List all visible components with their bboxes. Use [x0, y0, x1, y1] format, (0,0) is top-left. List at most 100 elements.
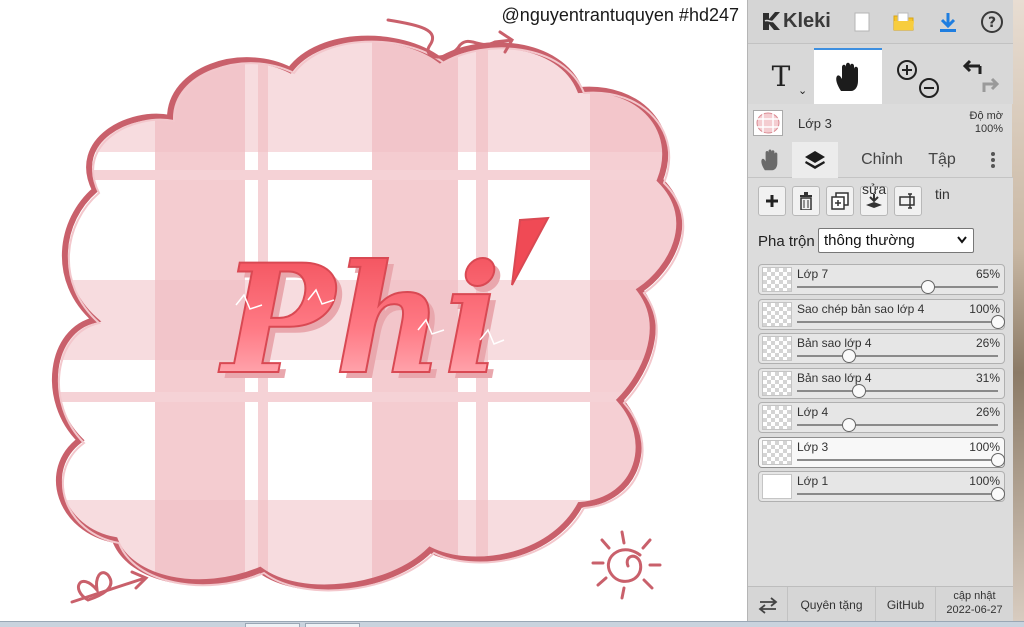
slider-knob[interactable]	[991, 487, 1005, 501]
svg-text:Phi: Phi	[218, 232, 501, 408]
bottom-bar: Quyên tặng GitHub cập nhật 2022-06-27	[748, 586, 1013, 622]
zoom-in-out-icon	[897, 60, 939, 98]
new-file-icon	[854, 12, 870, 32]
layer-opacity: 26%	[975, 336, 1000, 350]
layer-item[interactable]: Lớp 3 100%	[758, 436, 1005, 468]
layer-opacity: 26%	[975, 405, 1000, 419]
kleki-logo-icon	[763, 12, 780, 30]
layer-opacity-slider[interactable]	[797, 452, 1005, 467]
current-layer-preview: Lớp 3 Độ mờ 100%	[748, 104, 1013, 142]
slider-knob[interactable]	[991, 452, 1005, 467]
opacity-value: 100%	[974, 123, 1003, 135]
layer-opacity-slider[interactable]	[797, 487, 1005, 501]
hand-icon	[836, 62, 858, 91]
blend-label: Pha trộn	[758, 233, 815, 250]
panel-tabs: Chỉnh Tập	[748, 142, 1013, 178]
plus-icon	[766, 195, 778, 207]
blend-mode-select[interactable]: thông thường	[818, 228, 974, 253]
layer-item[interactable]: Lớp 4 26%	[758, 402, 1005, 433]
rename-icon	[899, 193, 915, 209]
layer-item[interactable]: Bản sao lớp 4 26%	[758, 333, 1005, 364]
slider-knob[interactable]	[852, 383, 867, 398]
add-layer-button[interactable]	[758, 186, 786, 216]
layer-thumbnail	[762, 336, 792, 361]
layer-opacity-slider[interactable]	[797, 314, 1005, 329]
chevron-down-icon	[957, 236, 967, 244]
layer-name: Lớp 3	[797, 439, 829, 454]
layers-icon	[805, 151, 825, 169]
changelog-link[interactable]: cập nhật 2022-06-27	[936, 589, 1013, 622]
donate-link[interactable]: Quyên tặng	[788, 587, 876, 622]
slider-knob[interactable]	[991, 314, 1005, 329]
layer-name: Lớp 4	[797, 405, 829, 419]
layer-name: Lớp 1	[797, 474, 829, 488]
watermark-text: @nguyentrantuquyen #hd247	[501, 5, 739, 25]
tab-adjust[interactable]: Chỉnh	[844, 142, 920, 178]
chevron-down-icon[interactable]: ⌄	[798, 84, 807, 97]
open-file-button[interactable]	[890, 8, 918, 36]
taskbar-button[interactable]	[245, 623, 300, 627]
delete-layer-button[interactable]	[792, 186, 820, 216]
trash-icon	[800, 192, 812, 210]
opacity-label: Độ mờ	[969, 110, 1004, 122]
layer-thumbnail	[762, 267, 792, 292]
download-icon	[940, 13, 956, 32]
hand-tool[interactable]	[814, 48, 882, 104]
slider-knob[interactable]	[842, 349, 857, 363]
tab-file[interactable]: Tập	[920, 142, 964, 178]
layer-name: Bản sao lớp 4	[797, 370, 872, 385]
rename-layer-button[interactable]	[894, 186, 922, 216]
taskbar-button[interactable]	[305, 623, 360, 627]
help-button[interactable]: ?	[978, 8, 1006, 36]
background-window-edge	[1012, 0, 1024, 621]
layer-opacity-slider[interactable]	[797, 383, 998, 398]
tool-row: T ⌄	[748, 44, 1013, 104]
duplicate-layer-button[interactable]	[826, 186, 854, 216]
hand-icon	[761, 149, 778, 171]
layers-panel: sửa tin Pha trộn thông thường Lớp 7 65% Sa…	[748, 178, 1013, 586]
layer-name: Lớp 7	[797, 267, 829, 281]
slider-knob[interactable]	[842, 418, 857, 432]
layer-opacity: 65%	[975, 267, 1000, 281]
slider-knob[interactable]	[920, 280, 935, 294]
svg-text:?: ?	[988, 15, 996, 31]
layer-item[interactable]: Sao chép bản sao lớp 4 100%	[758, 298, 1005, 330]
more-menu-button[interactable]	[978, 142, 1008, 178]
github-link[interactable]: GitHub	[876, 587, 936, 622]
tab-layers[interactable]	[792, 142, 838, 178]
layer-opacity-slider[interactable]	[797, 280, 998, 294]
undo-redo-tools[interactable]	[948, 48, 1013, 104]
layer-opacity: 100%	[969, 474, 1000, 488]
kleki-logo[interactable]: Kleki	[760, 9, 831, 33]
layer-item[interactable]: Bản sao lớp 4 31%	[758, 367, 1005, 399]
zoom-tools[interactable]	[888, 48, 948, 104]
save-download-button[interactable]	[934, 8, 962, 36]
update-label: cập nhật	[953, 590, 996, 602]
layer-name: Sao chép bản sao lớp 4	[797, 301, 925, 316]
layer-item[interactable]: Lớp 1 100%	[758, 471, 1005, 502]
layer-thumbnail	[762, 474, 792, 499]
tab-hand[interactable]	[748, 142, 792, 178]
layer-opacity: 100%	[969, 301, 1000, 316]
swap-arrows-icon	[758, 596, 777, 614]
heart-arrow-doodle	[70, 570, 149, 604]
current-layer-thumbnail	[753, 110, 783, 136]
artwork: Phi Phi	[51, 18, 685, 604]
new-file-button[interactable]	[848, 8, 876, 36]
text-tool[interactable]: T ⌄	[748, 48, 814, 104]
more-vertical-icon	[991, 152, 995, 168]
layer-thumbnail-image	[756, 112, 780, 134]
layer-opacity-slider[interactable]	[797, 349, 998, 363]
drawing-canvas[interactable]: Phi Phi @nguyentrantuquyen #hd247	[0, 0, 747, 621]
text-tool-glyph: T	[771, 59, 791, 93]
sidebar: Kleki ? T ⌄ Lớp 3 Độ mờ 100% Chỉnh Tập s…	[747, 0, 1013, 622]
sun-doodle	[591, 530, 662, 600]
duplicate-icon	[831, 192, 849, 210]
layer-name: Bản sao lớp 4	[797, 336, 872, 350]
kleki-app: Phi Phi @nguyentrantuquyen #hd247 Kleki …	[0, 0, 1024, 627]
os-taskbar	[0, 621, 1024, 627]
top-bar: Kleki ?	[748, 0, 1013, 44]
layer-item[interactable]: Lớp 7 65%	[758, 264, 1005, 295]
layer-opacity-slider[interactable]	[797, 418, 998, 432]
swap-sides-button[interactable]	[748, 587, 788, 622]
